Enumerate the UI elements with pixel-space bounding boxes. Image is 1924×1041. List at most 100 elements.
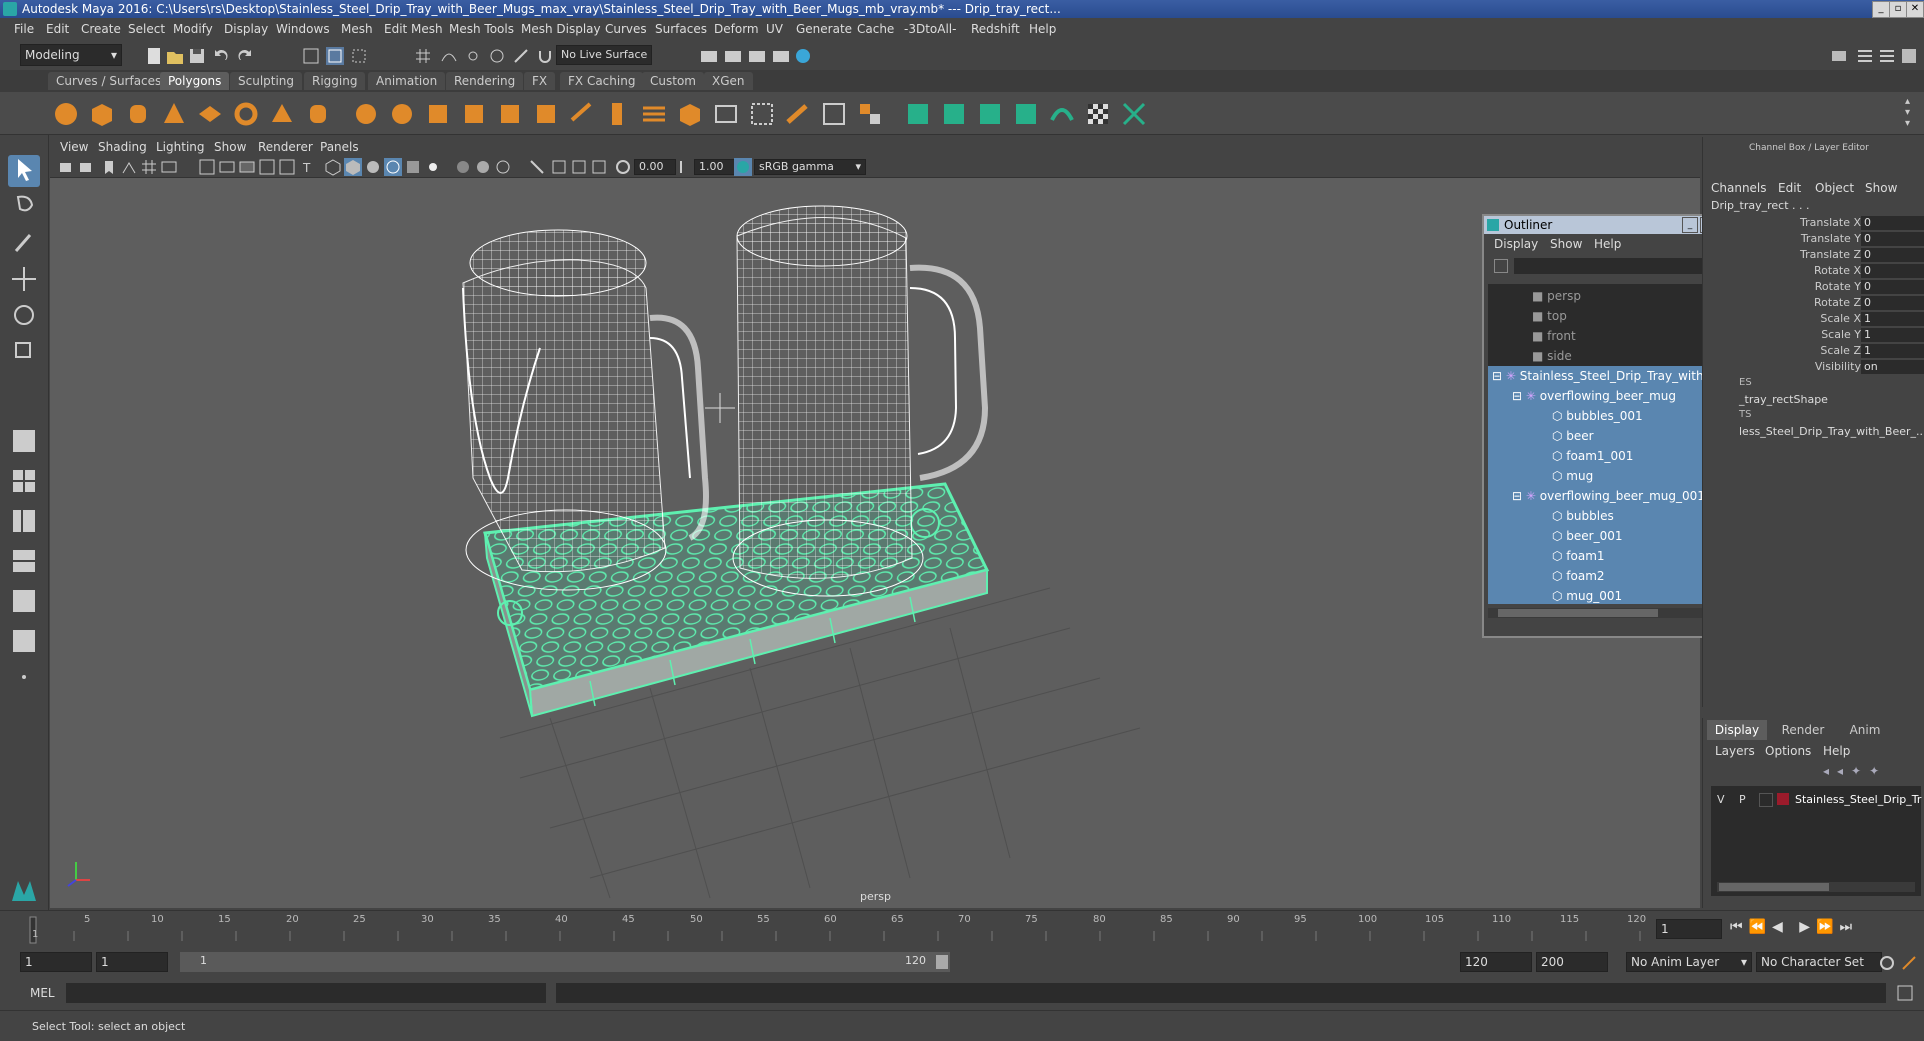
color-management-icon[interactable] <box>734 158 752 176</box>
rotate-tool-icon[interactable] <box>8 299 40 331</box>
menu-surfaces[interactable]: Surfaces <box>655 22 707 36</box>
menu-modify[interactable]: Modify <box>173 22 213 36</box>
playback-end-field[interactable]: 120 <box>1460 952 1532 972</box>
channel-visibility[interactable]: Visibility on <box>1703 360 1924 376</box>
outliner-item-mesh[interactable]: ⬡ mug <box>1552 466 1593 486</box>
snap-point-icon[interactable] <box>464 47 482 65</box>
select-object-icon[interactable] <box>326 47 344 65</box>
menu-select[interactable]: Select <box>128 22 165 36</box>
menu-generate[interactable]: Generate <box>796 22 852 36</box>
channels-menu[interactable]: Channels <box>1711 181 1767 195</box>
cylindrical-mapping-icon[interactable] <box>976 100 1004 128</box>
render-view-icon[interactable] <box>700 47 718 65</box>
menu-deform[interactable]: Deform <box>714 22 759 36</box>
undo-icon[interactable] <box>212 47 230 65</box>
mode-dropdown[interactable]: Modeling ▾ <box>20 44 122 66</box>
lights-icon[interactable] <box>424 158 442 176</box>
render-frame-icon[interactable] <box>724 47 742 65</box>
snap-curve-icon[interactable] <box>440 47 458 65</box>
field-chart-icon[interactable] <box>258 158 276 176</box>
shelf-tab-rendering[interactable]: Rendering <box>446 72 524 90</box>
help-menu[interactable]: Help <box>1823 744 1850 758</box>
channel-translate-x[interactable]: Translate X0 <box>1703 216 1924 232</box>
mirror-icon[interactable] <box>424 100 452 128</box>
persp-graph-layout-icon[interactable] <box>8 545 40 577</box>
new-scene-icon[interactable] <box>145 47 163 65</box>
textured-icon[interactable] <box>404 158 422 176</box>
isolate-select-icon[interactable] <box>528 158 546 176</box>
wireframe-icon[interactable] <box>198 158 216 176</box>
outliner-item-mesh[interactable]: ⬡ bubbles_001 <box>1552 406 1643 426</box>
shelf-tab-custom[interactable]: Custom <box>642 72 704 90</box>
layer-name[interactable]: Stainless_Steel_Drip_Tr <box>1795 793 1921 806</box>
outliner-menu-show[interactable]: Show <box>1550 237 1582 251</box>
bevel-icon[interactable] <box>604 100 632 128</box>
uv-editor-icon[interactable] <box>904 100 932 128</box>
gamma-field[interactable]: 1.00 <box>694 159 736 175</box>
smooth-shade-icon[interactable] <box>344 158 362 176</box>
start-frame-field[interactable]: 1 <box>20 952 92 972</box>
image-plane-icon[interactable] <box>120 158 138 176</box>
modeling-toolkit-icon[interactable] <box>1830 47 1848 65</box>
shelf-tab-rigging[interactable]: Rigging <box>304 72 366 90</box>
redo-icon[interactable] <box>236 47 254 65</box>
outliner-item-side[interactable]: ■ side <box>1532 346 1572 366</box>
select-tool-icon[interactable] <box>8 155 40 187</box>
target-weld-icon[interactable] <box>856 100 884 128</box>
shelf-tab-curves-surfaces[interactable]: Curves / Surfaces <box>48 72 170 90</box>
extrude-icon[interactable] <box>532 100 560 128</box>
planar-mapping-icon[interactable] <box>940 100 968 128</box>
menu-uv[interactable]: UV <box>766 22 783 36</box>
range-slider-handle[interactable] <box>936 955 948 969</box>
layer-row[interactable]: V P Stainless_Steel_Drip_Tr <box>1711 790 1921 810</box>
layer-color-swatch[interactable] <box>1777 793 1789 805</box>
menu-mesh[interactable]: Mesh <box>341 22 373 36</box>
move-tool-icon[interactable] <box>8 263 40 295</box>
snap-surface-icon[interactable] <box>512 47 530 65</box>
four-view-layout-icon[interactable] <box>8 465 40 497</box>
channel-box-icon[interactable] <box>1900 47 1918 65</box>
shelf-tab-xgen[interactable]: XGen <box>704 72 753 90</box>
menu-mesh-display[interactable]: Mesh Display <box>521 22 601 36</box>
options-menu[interactable]: Options <box>1765 744 1811 758</box>
save-scene-icon[interactable] <box>188 47 206 65</box>
channel-scale-y[interactable]: Scale Y1 <box>1703 328 1924 344</box>
outliner-item-mesh[interactable]: ⬡ beer_001 <box>1552 526 1623 546</box>
channel-rotate-z[interactable]: Rotate Z0 <box>1703 296 1924 312</box>
attribute-editor-icon[interactable] <box>1856 47 1874 65</box>
outliner-item-mesh[interactable]: ⬡ foam1 <box>1552 546 1605 566</box>
separate-icon[interactable] <box>388 100 416 128</box>
channel-rotate-y[interactable]: Rotate Y0 <box>1703 280 1924 296</box>
paint-select-icon[interactable] <box>8 227 40 259</box>
time-slider[interactable]: 1 5 10 15 20 25 30 35 40 45 50 55 60 65 … <box>0 910 1924 949</box>
smooth-icon[interactable] <box>460 100 488 128</box>
input-node-name[interactable]: less_Steel_Drip_Tray_with_Beer_... <box>1739 425 1924 438</box>
menu-edit[interactable]: Edit <box>46 22 69 36</box>
shelf-tab-animation[interactable]: Animation <box>368 72 446 90</box>
menu-cache[interactable]: Cache <box>857 22 894 36</box>
tool-settings-icon[interactable] <box>1878 47 1896 65</box>
poly-cylinder-icon[interactable] <box>124 100 152 128</box>
minimize-button[interactable]: _ <box>1872 1 1890 18</box>
menu-file[interactable]: File <box>14 22 34 36</box>
outliner-minimize-button[interactable]: _ <box>1682 217 1698 233</box>
select-component-icon[interactable] <box>350 47 368 65</box>
layer-tab-render[interactable]: Render <box>1773 720 1833 740</box>
wireframe-shading-icon[interactable] <box>324 158 342 176</box>
viewport-menu-shading[interactable]: Shading <box>98 140 147 154</box>
outliner-item-root[interactable]: ⊟ ✳ Stainless_Steel_Drip_Tray_with_Be <box>1492 366 1722 386</box>
append-icon[interactable] <box>640 100 668 128</box>
poly-pipe-icon[interactable] <box>304 100 332 128</box>
channel-translate-z[interactable]: Translate Z0 <box>1703 248 1924 264</box>
poly-torus-icon[interactable] <box>232 100 260 128</box>
screen-space-ao-icon[interactable] <box>474 158 492 176</box>
gamma-icon[interactable] <box>676 158 694 176</box>
merge-icon[interactable] <box>820 100 848 128</box>
shelf-tab-fx[interactable]: FX <box>524 72 556 90</box>
render-settings-icon[interactable] <box>772 47 790 65</box>
end-frame-field[interactable]: 200 <box>1536 952 1608 972</box>
lasso-tool-icon[interactable] <box>8 191 40 223</box>
bookmark-icon[interactable] <box>100 158 118 176</box>
mel-input[interactable] <box>66 983 546 1003</box>
show-menu[interactable]: Show <box>1865 181 1897 195</box>
